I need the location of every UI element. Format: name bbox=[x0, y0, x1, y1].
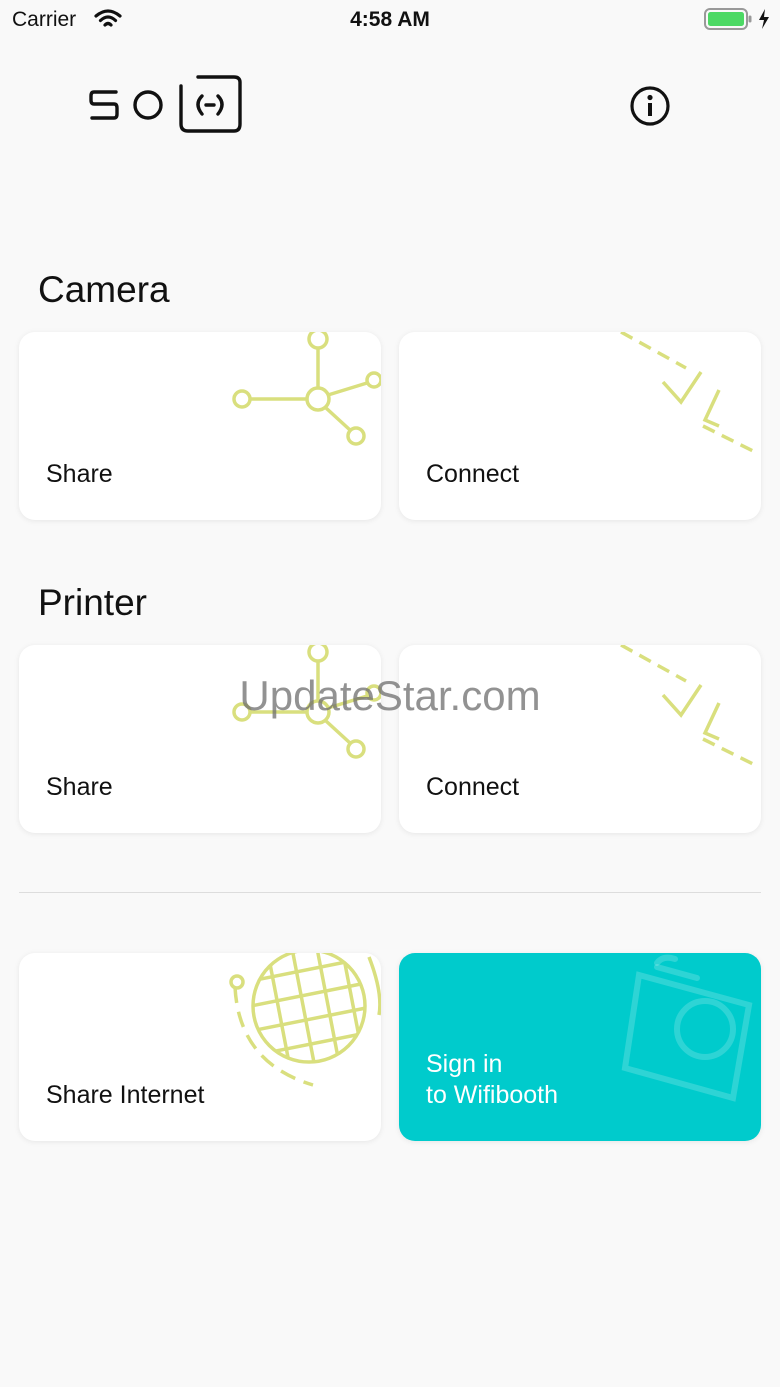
divider bbox=[19, 892, 761, 893]
camera-section-title: Camera bbox=[38, 269, 170, 310]
printer-share-card[interactable]: Share bbox=[19, 645, 381, 833]
info-icon[interactable] bbox=[628, 84, 672, 128]
camera-connect-label: Connect bbox=[426, 460, 520, 488]
network-nodes-icon bbox=[232, 332, 381, 446]
connect-arrows-icon bbox=[620, 332, 760, 456]
printer-connect-label: Connect bbox=[426, 773, 520, 801]
printer-connect-card[interactable]: Connect bbox=[399, 645, 761, 833]
camera-connect-card[interactable]: Connect bbox=[399, 332, 761, 520]
battery-icon bbox=[704, 8, 752, 30]
sign-in-label: Sign in to Wifibooth bbox=[426, 1050, 559, 1109]
connect-arrows-icon bbox=[620, 645, 760, 769]
charging-bolt-icon bbox=[759, 9, 769, 29]
share-internet-card[interactable]: Share Internet bbox=[19, 953, 381, 1141]
camera-share-label: Share bbox=[46, 460, 113, 488]
camera-share-card[interactable]: Share bbox=[19, 332, 381, 520]
clock: 4:58 AM bbox=[350, 8, 430, 31]
printer-share-label: Share bbox=[46, 773, 113, 801]
globe-icon bbox=[229, 953, 381, 1087]
sign-in-wifibooth-card[interactable]: Sign in to Wifibooth bbox=[399, 953, 761, 1141]
printer-section-title: Printer bbox=[38, 582, 147, 623]
camera-icon bbox=[621, 954, 753, 1102]
solo-logo bbox=[89, 75, 242, 133]
share-internet-label: Share Internet bbox=[46, 1081, 205, 1109]
network-nodes-icon bbox=[232, 645, 381, 759]
status-bar: Carrier 4:58 AM bbox=[0, 0, 780, 40]
